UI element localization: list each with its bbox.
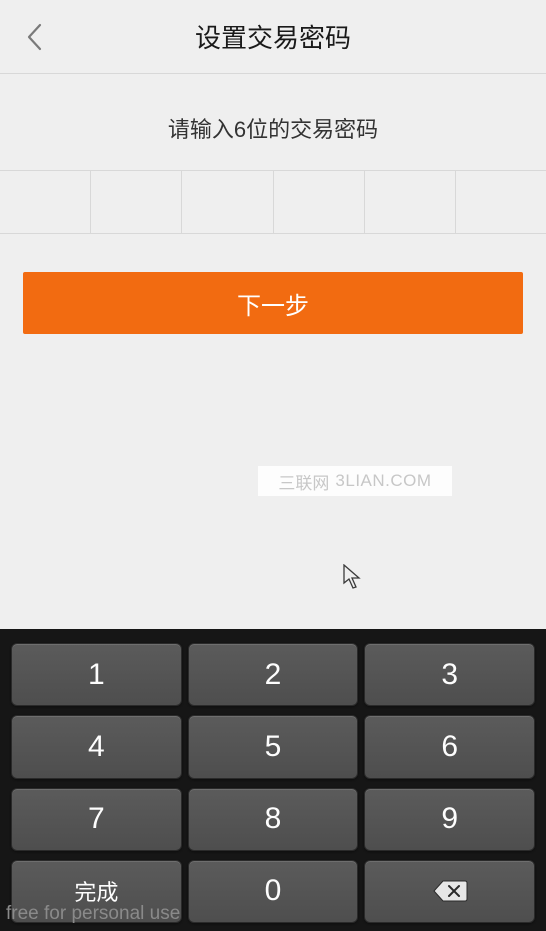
key-2[interactable]: 2 [188,643,359,706]
watermark: 三联网 3LIAN.COM [258,466,452,496]
key-6[interactable]: 6 [364,715,535,778]
password-box-4 [274,171,365,233]
key-7[interactable]: 7 [11,788,182,851]
key-1[interactable]: 1 [11,643,182,706]
mouse-cursor [343,564,363,590]
password-prompt: 请输入6位的交易密码 [0,74,546,170]
page-title: 设置交易密码 [0,18,546,55]
chevron-left-icon [26,23,42,51]
password-box-3 [182,171,273,233]
backspace-icon [432,879,468,903]
watermark-en: 3LIAN.COM [335,471,431,491]
password-input-boxes[interactable] [0,170,546,234]
password-box-1 [0,171,91,233]
password-box-2 [91,171,182,233]
key-backspace[interactable] [364,860,535,923]
password-box-6 [456,171,546,233]
watermark-cn: 三联网 [278,469,329,494]
key-9[interactable]: 9 [364,788,535,851]
header: 设置交易密码 [0,0,546,74]
key-0[interactable]: 0 [188,860,359,923]
numeric-keypad: 1 2 3 4 5 6 7 8 9 完成 0 [0,629,546,931]
next-button[interactable]: 下一步 [23,272,523,334]
key-5[interactable]: 5 [188,715,359,778]
key-3[interactable]: 3 [364,643,535,706]
password-box-5 [365,171,456,233]
key-8[interactable]: 8 [188,788,359,851]
key-4[interactable]: 4 [11,715,182,778]
back-icon[interactable] [24,21,44,53]
footer-text: free for personal use [6,903,180,925]
